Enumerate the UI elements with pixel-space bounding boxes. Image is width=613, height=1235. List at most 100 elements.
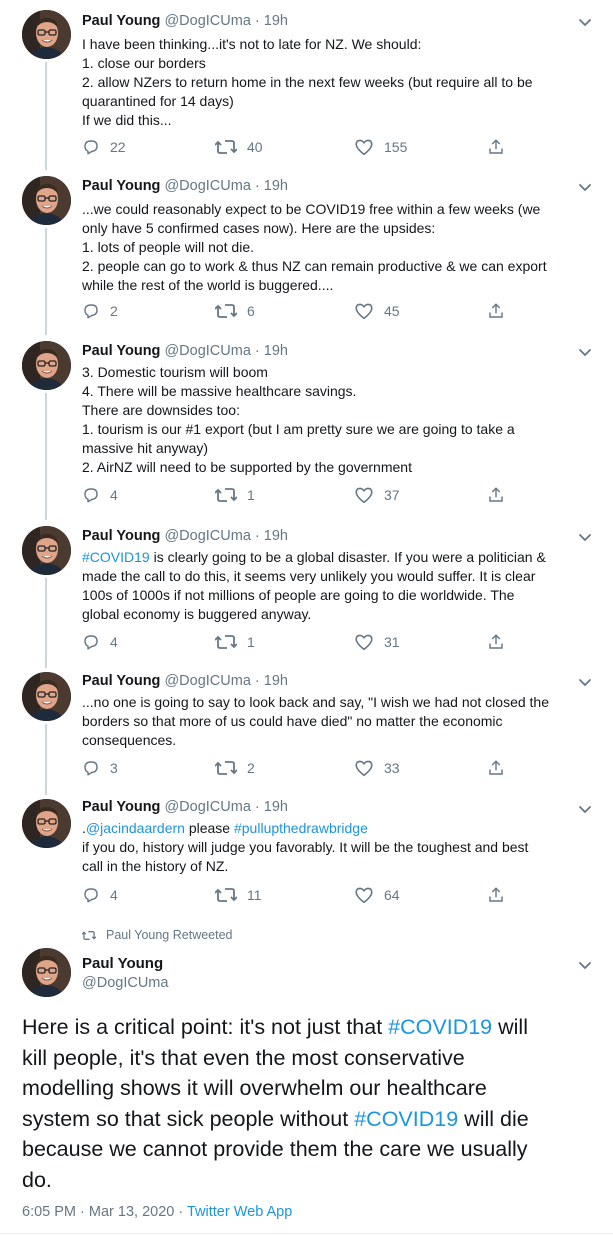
text-line: consequences. [82, 731, 587, 750]
retweet-button[interactable]: 40 [215, 137, 263, 157]
tweet[interactable]: Paul Young @DogICUma · 19h ...we could r… [0, 170, 613, 335]
retweet-button[interactable]: 11 [215, 885, 262, 905]
author-name[interactable]: Paul Young [82, 178, 160, 194]
author-name[interactable]: Paul Young [82, 955, 163, 972]
reply-button[interactable]: 2 [82, 301, 118, 321]
tweet-timestamp[interactable]: 6:05 PM [22, 1204, 76, 1220]
retweet-count: 1 [247, 487, 255, 503]
tweet-time[interactable]: 19h [264, 673, 288, 689]
like-button[interactable]: 33 [354, 758, 400, 778]
tweet-time[interactable]: 19h [264, 178, 288, 194]
retweet-button[interactable]: 6 [215, 301, 255, 321]
author-name[interactable]: Paul Young [82, 528, 160, 544]
text-line: 2. people can go to work & thus NZ can r… [82, 257, 587, 276]
avatar[interactable] [22, 341, 71, 390]
hashtag-link[interactable]: #pullupthedrawbridge [234, 820, 368, 836]
like-button[interactable]: 45 [354, 301, 400, 321]
avatar[interactable] [22, 799, 71, 848]
author-name[interactable]: Paul Young [82, 673, 160, 689]
text-segment: 1. lots of people will not die. [82, 239, 254, 255]
avatar[interactable] [22, 526, 71, 575]
text-segment: 1. close our borders [82, 55, 206, 71]
tweet-time[interactable]: 19h [264, 13, 288, 29]
author-handle[interactable]: @DogICUma [164, 178, 250, 194]
like-button[interactable]: 31 [354, 632, 400, 652]
tweet-date[interactable]: Mar 13, 2020 [89, 1204, 174, 1220]
share-button[interactable] [487, 632, 515, 652]
mention-link[interactable]: @jacindaardern [86, 820, 185, 836]
text-segment: while the rest of the world is buggered.… [82, 277, 334, 293]
retweet-icon [82, 930, 96, 940]
text-segment: quarantined for 14 days) [82, 93, 234, 109]
like-button[interactable]: 37 [354, 485, 400, 505]
reply-button[interactable]: 22 [82, 137, 126, 157]
author-handle[interactable]: @DogICUma [164, 13, 250, 29]
chevron-down-icon[interactable] [578, 345, 592, 356]
author-handle[interactable]: @DogICUma [164, 528, 250, 544]
tweet[interactable]: Paul Young @DogICUma · 19h I have been t… [0, 0, 613, 170]
tweet-actions: 22 40 155 [82, 137, 522, 157]
hashtag-link[interactable]: #COVID19 [388, 1015, 492, 1039]
like-count: 37 [384, 487, 400, 503]
chevron-down-icon[interactable] [578, 180, 592, 191]
tweet-time[interactable]: 19h [264, 799, 288, 815]
retweet-button[interactable]: 2 [215, 758, 255, 778]
reply-button[interactable]: 3 [82, 758, 118, 778]
text-segment: 2. people can go to work & thus NZ can r… [82, 258, 547, 274]
text-line: ...we could reasonably expect to be COVI… [82, 200, 587, 219]
author-handle[interactable]: @DogICUma [164, 799, 250, 815]
share-icon [487, 138, 515, 156]
avatar[interactable] [22, 672, 71, 721]
tweet-source-app[interactable]: Twitter Web App [187, 1204, 292, 1220]
share-button[interactable] [487, 885, 515, 905]
author-name[interactable]: Paul Young [82, 343, 160, 359]
tweet-header: Paul Young @DogICUma · 19h [82, 673, 288, 689]
retweet-button[interactable]: 1 [215, 632, 255, 652]
tweet-actions: 4 11 64 [82, 885, 522, 905]
tweet[interactable]: Paul Young @DogICUma · 19h ...no one is … [0, 668, 613, 795]
chevron-down-icon[interactable] [578, 958, 592, 969]
like-button[interactable]: 64 [354, 885, 400, 905]
tweet[interactable]: Paul Young @DogICUma · 19h 3. Domestic t… [0, 335, 613, 520]
tweet-time[interactable]: 19h [264, 528, 288, 544]
like-button[interactable]: 155 [354, 137, 407, 157]
share-button[interactable] [487, 301, 515, 321]
author-handle[interactable]: @DogICUma [164, 343, 250, 359]
retweet-icon [215, 303, 247, 319]
share-button[interactable] [487, 485, 515, 505]
text-line: I have been thinking...it's not to late … [82, 35, 587, 54]
chevron-down-icon[interactable] [578, 802, 592, 813]
reply-icon [82, 633, 110, 651]
tweet-time[interactable]: 19h [264, 343, 288, 359]
thread-line [45, 393, 47, 520]
tweet[interactable]: Paul Young @DogICUma · 19h #COVID19 is c… [0, 520, 613, 668]
tweet[interactable]: Paul Young @DogICUma · 19h .@jacindaarde… [0, 795, 613, 920]
text-segment: is clearly going to be a global disaster… [149, 549, 546, 565]
avatar[interactable] [22, 948, 71, 997]
reply-button[interactable]: 4 [82, 485, 118, 505]
share-button[interactable] [487, 137, 515, 157]
share-button[interactable] [487, 758, 515, 778]
reply-count: 22 [110, 139, 126, 155]
tweet-meta: 6:05 PM · Mar 13, 2020 · Twitter Web App [22, 1204, 293, 1220]
reply-button[interactable]: 4 [82, 632, 118, 652]
retweet-context[interactable]: Paul Young Retweeted [82, 928, 233, 942]
reply-icon [82, 759, 110, 777]
hashtag-link[interactable]: #COVID19 [354, 1107, 458, 1131]
chevron-down-icon[interactable] [578, 530, 592, 541]
author-name[interactable]: Paul Young [82, 13, 160, 29]
chevron-down-icon[interactable] [578, 675, 592, 686]
avatar[interactable] [22, 10, 71, 59]
author-handle[interactable]: @DogICUma [82, 975, 168, 991]
chevron-down-icon[interactable] [578, 15, 592, 26]
retweet-button[interactable]: 1 [215, 485, 255, 505]
hashtag-link[interactable]: #COVID19 [82, 549, 150, 565]
author-handle[interactable]: @DogICUma [164, 673, 250, 689]
author-name[interactable]: Paul Young [82, 799, 160, 815]
text-line: 4. There will be massive healthcare savi… [82, 382, 587, 401]
retweet-context-label: Paul Young Retweeted [106, 928, 233, 942]
retweet-count: 2 [247, 760, 255, 776]
reply-button[interactable]: 4 [82, 885, 118, 905]
avatar[interactable] [22, 176, 71, 225]
like-count: 31 [384, 634, 400, 650]
